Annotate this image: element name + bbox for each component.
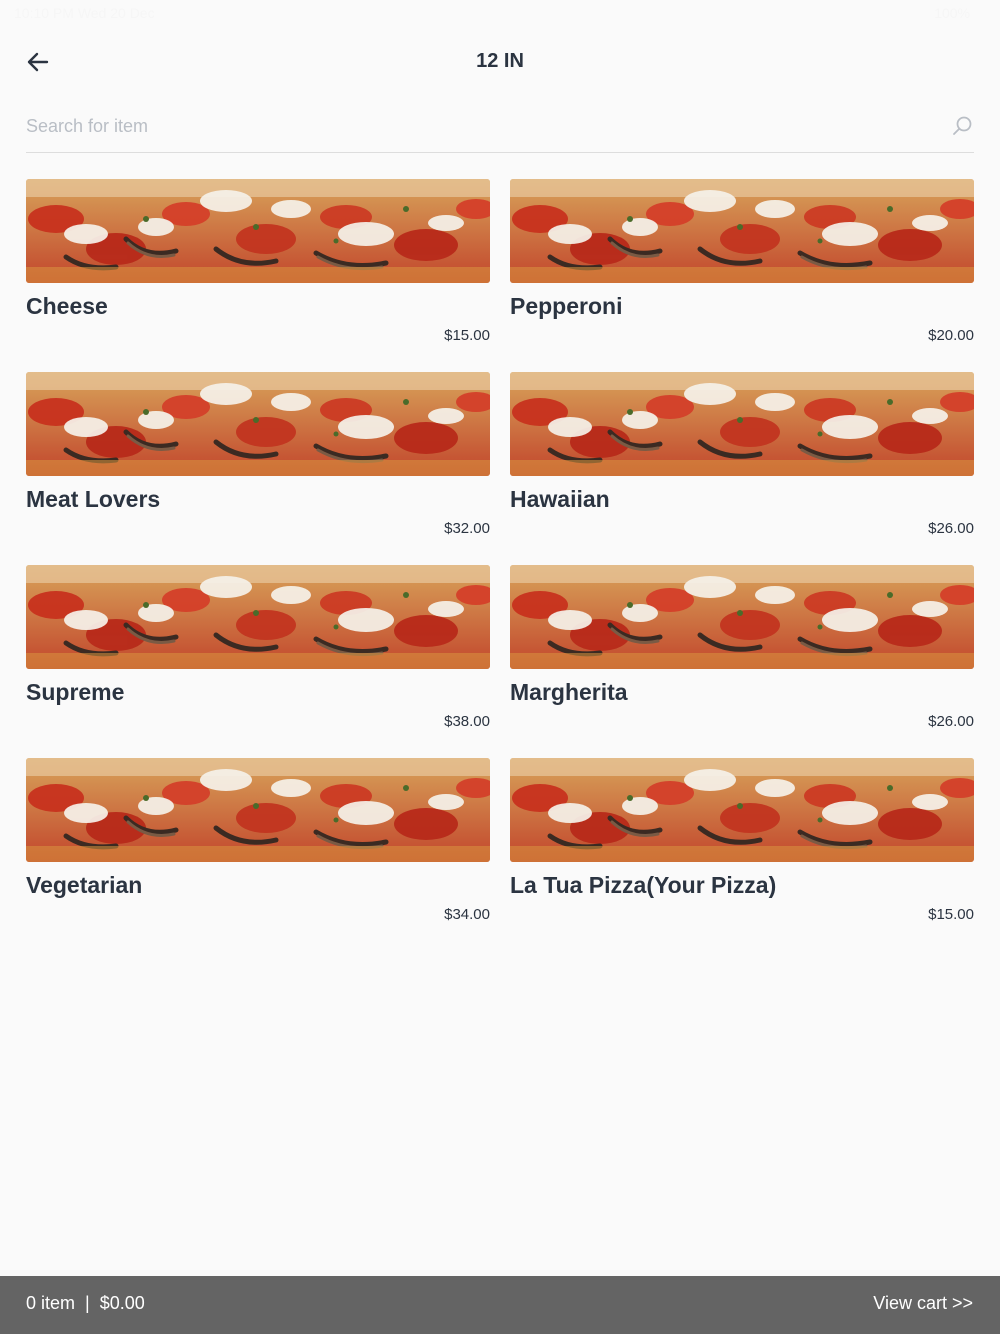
cart-separator: | — [85, 1293, 90, 1313]
item-name: La Tua Pizza(Your Pizza) — [510, 872, 777, 898]
pizza-image — [26, 758, 490, 862]
item-price: $20.00 — [928, 327, 974, 344]
item-name: Hawaiian — [510, 486, 610, 512]
menu-item-card[interactable]: Meat Lovers $32.00 — [26, 372, 490, 565]
pizza-image — [510, 179, 974, 283]
menu-item-card[interactable]: La Tua Pizza(Your Pizza) $15.00 — [510, 758, 974, 951]
item-price: $15.00 — [444, 327, 490, 344]
menu-page: 10:10 PM Wed 20 Dec 100% 12 IN Search fo… — [0, 0, 1000, 1334]
item-name: Pepperoni — [510, 293, 623, 319]
item-name: Supreme — [26, 679, 125, 705]
cart-bar[interactable]: 0 item | $0.00 View cart >> — [0, 1276, 1000, 1334]
page-title: 12 IN — [476, 50, 524, 72]
item-name: Meat Lovers — [26, 486, 161, 512]
status-battery: 100% — [934, 5, 970, 21]
item-price: $32.00 — [444, 520, 490, 537]
search-input[interactable] — [26, 112, 926, 140]
menu-grid: Cheese $15.00 Pepperoni $20.00 Meat Love… — [26, 179, 974, 951]
item-price: $34.00 — [444, 906, 490, 923]
item-price: $15.00 — [928, 906, 974, 923]
header: 12 IN — [0, 36, 1000, 88]
item-price: $26.00 — [928, 520, 974, 537]
search-icon[interactable] — [950, 114, 974, 138]
cart-total: $0.00 — [99, 1293, 145, 1313]
menu-item-card[interactable]: Vegetarian $34.00 — [26, 758, 490, 951]
pizza-image — [510, 758, 974, 862]
status-bar: 10:10 PM Wed 20 Dec 100% — [0, 0, 1000, 26]
pizza-image — [26, 565, 490, 669]
pizza-image — [26, 372, 490, 476]
view-cart-button[interactable]: View cart >> — [873, 1293, 973, 1314]
pizza-image — [510, 565, 974, 669]
menu-item-card[interactable]: Pepperoni $20.00 — [510, 179, 974, 372]
menu-item-card[interactable]: Hawaiian $26.00 — [510, 372, 974, 565]
pizza-image — [510, 372, 974, 476]
cart-summary: 0 item | $0.00 — [26, 1293, 145, 1314]
pizza-image — [26, 179, 490, 283]
status-time: 10:10 PM Wed 20 Dec — [14, 5, 155, 21]
menu-item-card[interactable]: Cheese $15.00 — [26, 179, 490, 372]
menu-item-card[interactable]: Margherita $26.00 — [510, 565, 974, 758]
cart-count: 0 item — [26, 1293, 76, 1313]
item-name: Cheese — [26, 293, 108, 319]
menu-item-card[interactable]: Supreme $38.00 — [26, 565, 490, 758]
item-name: Margherita — [510, 679, 628, 705]
item-price: $26.00 — [928, 713, 974, 730]
search-bar — [26, 104, 974, 153]
item-name: Vegetarian — [26, 872, 143, 898]
item-price: $38.00 — [444, 713, 490, 730]
